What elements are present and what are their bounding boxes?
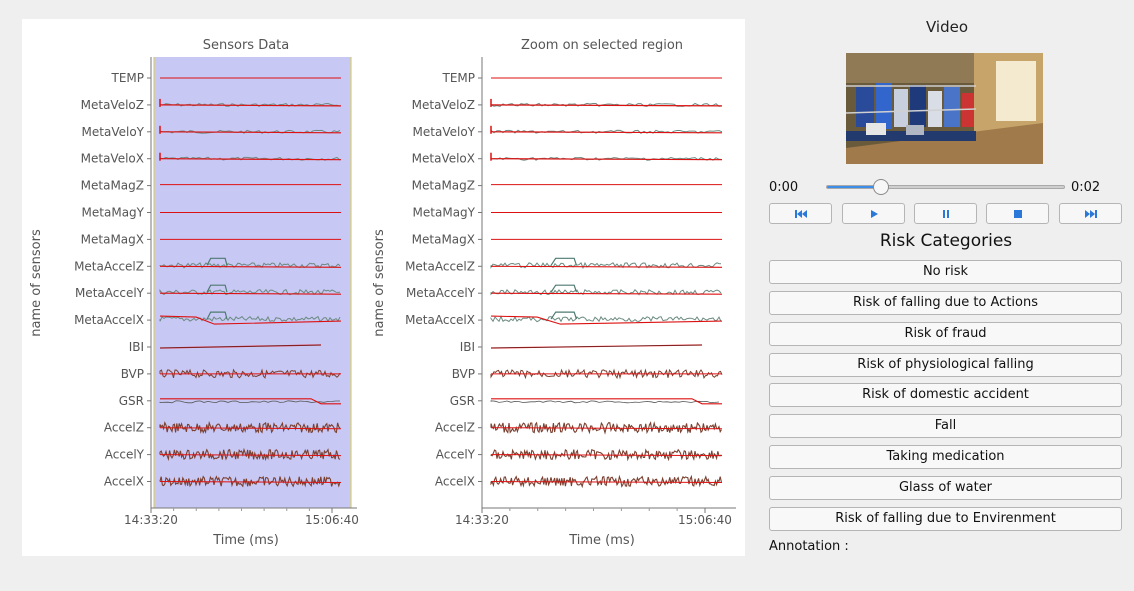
left-sensor-label: AccelX — [104, 475, 144, 489]
right-signal-MetaAccelY — [490, 292, 723, 295]
right-sensor-label: MetaMagX — [412, 232, 475, 246]
left-sensor-label: MetaMagY — [82, 206, 145, 220]
right-sensor-label: IBI — [460, 340, 475, 354]
play-button[interactable] — [842, 203, 905, 224]
stop-button[interactable] — [986, 203, 1049, 224]
risk-button-domestic-accident[interactable]: Risk of domestic accident — [769, 383, 1122, 407]
left-sensor-label: MetaVeloX — [81, 152, 144, 166]
left-x-tick-label: 14:33:20 — [124, 513, 178, 527]
video-frame[interactable] — [846, 53, 1043, 164]
right-sensor-label: MetaMagZ — [412, 179, 475, 193]
skip-forward-icon — [1084, 209, 1097, 218]
right-sensor-label: MetaAccelZ — [405, 259, 475, 273]
plot-panel: Sensors Data name of sensors Time (ms) 14:3… — [22, 19, 745, 556]
right-signal-GSR-noise — [490, 400, 720, 404]
plot-canvas[interactable]: Sensors Data name of sensors Time (ms) 14:3… — [22, 19, 745, 556]
right-sensor-label: MetaAccelX — [405, 313, 475, 327]
right-signal-IBI-trace — [490, 344, 703, 349]
seek-slider[interactable] — [826, 185, 1065, 189]
left-sensor-label: MetaAccelZ — [74, 259, 144, 273]
pause-icon — [942, 209, 949, 218]
risk-button-fraud[interactable]: Risk of fraud — [769, 322, 1122, 346]
left-plot-title: Sensors Data — [203, 38, 290, 53]
right-sensor-label: MetaVeloX — [412, 152, 475, 166]
skip-back-button[interactable] — [769, 203, 832, 224]
left-sensor-label: MetaVeloZ — [81, 98, 144, 112]
left-x-tick-label: 15:06:40 — [305, 513, 359, 527]
risk-categories-title: Risk Categories — [879, 231, 1013, 251]
right-sensor-label: MetaMagY — [413, 206, 476, 220]
pause-button[interactable] — [914, 203, 977, 224]
right-sensor-label: AccelY — [436, 448, 476, 462]
right-sensor-label: MetaAccelY — [406, 286, 476, 300]
video-frame-image — [846, 53, 1043, 164]
right-x-tick-label: 15:06:40 — [678, 513, 732, 527]
skip-forward-button[interactable] — [1059, 203, 1122, 224]
left-sensor-label: MetaVeloY — [82, 125, 145, 139]
risk-button-fall[interactable]: Fall — [769, 414, 1122, 438]
right-sensor-label: AccelX — [435, 475, 475, 489]
risk-button-no-risk[interactable]: No risk — [769, 260, 1122, 284]
left-sensor-label: AccelZ — [104, 421, 144, 435]
left-sensor-label: IBI — [129, 340, 144, 354]
right-signal-MetaAccelX-step — [550, 311, 578, 320]
risk-button-glass-of-water[interactable]: Glass of water — [769, 476, 1122, 500]
video-title: Video — [925, 18, 969, 36]
seek-handle[interactable] — [872, 179, 889, 195]
right-sensor-label: MetaVeloZ — [412, 98, 475, 112]
left-selection-region — [154, 57, 351, 508]
left-y-axis-label: name of sensors — [29, 229, 44, 337]
left-sensor-label: MetaAccelY — [75, 286, 145, 300]
risk-button-falling-actions[interactable]: Risk of falling due to Actions — [769, 291, 1122, 315]
risk-button-falling-environment[interactable]: Risk of falling due to Envirenment — [769, 507, 1122, 531]
right-sensor-label: GSR — [450, 394, 475, 408]
left-sensor-label: AccelY — [105, 448, 145, 462]
left-sensor-label: MetaMagX — [81, 232, 144, 246]
left-sensor-label: TEMP — [110, 71, 144, 85]
time-current: 0:00 — [769, 180, 799, 195]
left-sensor-label: MetaMagZ — [81, 179, 144, 193]
play-icon — [870, 209, 878, 218]
stop-icon — [1013, 209, 1022, 218]
right-sensor-label: BVP — [452, 367, 475, 381]
left-sensor-label: MetaAccelX — [74, 313, 144, 327]
right-sensor-label: AccelZ — [435, 421, 475, 435]
annotation-label: Annotation : — [769, 539, 849, 554]
right-signal-AccelY — [490, 454, 723, 457]
right-sensor-label: TEMP — [441, 71, 475, 85]
right-signal-MetaVeloZ — [490, 104, 723, 107]
left-x-axis-label: Time (ms) — [212, 533, 279, 548]
risk-button-taking-medication[interactable]: Taking medication — [769, 445, 1122, 469]
right-plot-title: Zoom on selected region — [521, 38, 683, 53]
right-x-axis-label: Time (ms) — [568, 533, 635, 548]
skip-back-icon — [794, 209, 807, 218]
left-sensor-label: BVP — [121, 367, 144, 381]
right-x-tick-label: 14:33:20 — [455, 513, 509, 527]
right-y-axis-label: name of sensors — [372, 229, 387, 337]
risk-button-physiological-falling[interactable]: Risk of physiological falling — [769, 353, 1122, 377]
time-total: 0:02 — [1071, 180, 1101, 195]
right-sensor-label: MetaVeloY — [413, 125, 476, 139]
left-sensor-label: GSR — [119, 394, 144, 408]
